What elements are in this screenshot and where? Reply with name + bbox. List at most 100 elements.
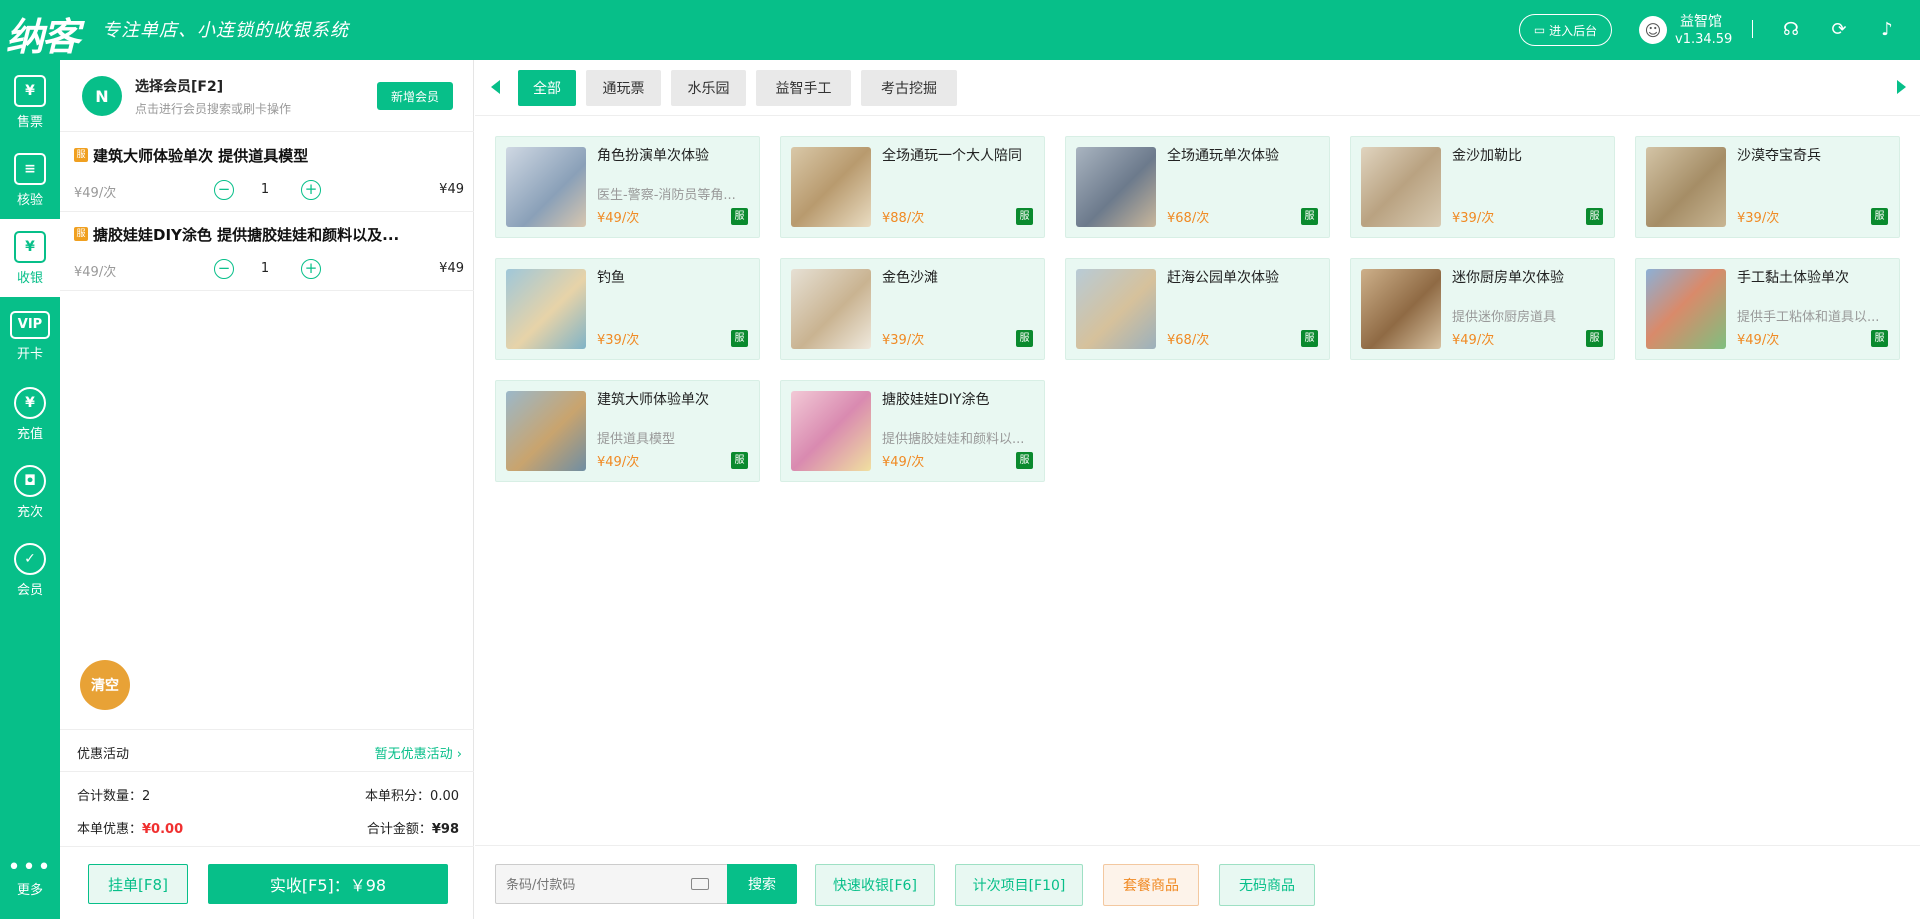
tab-archaeology[interactable]: 考古挖掘	[861, 70, 957, 106]
product-image	[1646, 269, 1726, 349]
product-name: 金色沙滩	[882, 270, 938, 286]
product-card[interactable]: 金色沙滩 ¥39/次 服	[780, 258, 1045, 360]
more-dots-icon: •••	[7, 854, 53, 880]
keyboard-icon[interactable]	[691, 878, 709, 890]
checkout-bar: 挂单[F8] 实收[F5]：￥98	[60, 846, 474, 919]
decrease-qty-button[interactable]: −	[214, 180, 234, 200]
service-badge: 服	[1871, 208, 1888, 225]
product-card[interactable]: 全场通玩一个大人陪同 ¥88/次 服	[780, 136, 1045, 238]
recharge-icon: ¥	[14, 386, 46, 419]
tabs-left-arrow-icon[interactable]	[491, 80, 500, 94]
enter-admin-label: 进入后台	[1549, 23, 1598, 38]
product-price: ¥68/次	[1167, 211, 1210, 226]
quick-checkout-button[interactable]: 快速收银[F6]	[815, 864, 935, 906]
cart-item-qty[interactable]: 1	[260, 261, 270, 276]
product-card[interactable]: 迷你厨房单次体验 提供迷你厨房道具 ¥49/次 服	[1350, 258, 1615, 360]
product-price: ¥39/次	[1452, 211, 1495, 226]
product-price: ¥88/次	[882, 211, 925, 226]
cart-item[interactable]: 服 搪胶娃娃DIY涂色 提供搪胶娃娃和颜料以及... ¥49/次 − 1 + ¥…	[60, 212, 474, 291]
new-member-button[interactable]: 新增会员	[377, 82, 453, 110]
promo-row[interactable]: 优惠活动 暂无优惠活动 ›	[60, 729, 474, 772]
tab-all[interactable]: 全部	[518, 70, 576, 106]
tabs-right-arrow-icon[interactable]	[1897, 80, 1906, 94]
headset-icon[interactable]: ☊	[1779, 18, 1803, 42]
sidebar-item-label: 收银	[16, 270, 43, 286]
member-avatar-icon: N	[82, 76, 122, 116]
cart-item-total: ¥49	[439, 182, 464, 197]
product-card[interactable]: 建筑大师体验单次 提供道具模型 ¥49/次 服	[495, 380, 760, 482]
user-avatar[interactable]: ☺	[1639, 16, 1667, 44]
sidebar-item-vip-card[interactable]: VIP 开卡	[0, 297, 60, 375]
product-price: ¥49/次	[882, 455, 925, 470]
ticket-icon: ¥	[14, 74, 46, 107]
no-code-goods-button[interactable]: 无码商品	[1219, 864, 1315, 906]
sidebar-item-label: 核验	[16, 192, 43, 208]
product-card[interactable]: 钓鱼 ¥39/次 服	[495, 258, 760, 360]
barcode-search-box[interactable]	[495, 864, 728, 904]
product-image	[506, 391, 586, 471]
product-image	[1076, 147, 1156, 227]
pay-button[interactable]: 实收[F5]：￥98	[208, 864, 448, 904]
sync-icon[interactable]: ⟳	[1827, 18, 1851, 42]
sidebar-item-cashier[interactable]: ¥ 收银	[0, 219, 60, 297]
promo-value[interactable]: 暂无优惠活动 ›	[375, 743, 462, 762]
product-price: ¥39/次	[882, 333, 925, 348]
increase-qty-button[interactable]: +	[301, 180, 321, 200]
cart-item-name: 建筑大师体验单次 提供道具模型	[93, 147, 309, 165]
product-image	[791, 147, 871, 227]
sidebar-item-label: 售票	[16, 114, 43, 130]
product-desc: 提供搪胶娃娃和颜料以...	[882, 432, 1025, 447]
product-image	[791, 391, 871, 471]
cart-item[interactable]: 服 建筑大师体验单次 提供道具模型 ¥49/次 − 1 + ¥49	[60, 133, 474, 212]
product-card[interactable]: 手工黏土体验单次 提供手工粘体和道具以... ¥49/次 服	[1635, 258, 1900, 360]
member-selector[interactable]: N 选择会员[F2] 点击进行会员搜索或刷卡操作 新增会员	[60, 60, 474, 132]
product-desc: 医生-警察-消防员等角...	[597, 188, 736, 203]
times-item-button[interactable]: 计次项目[F10]	[955, 864, 1083, 906]
product-card[interactable]: 全场通玩单次体验 ¥68/次 服	[1065, 136, 1330, 238]
sidebar-item-member[interactable]: ✓ 会员	[0, 531, 60, 609]
product-name: 搪胶娃娃DIY涂色	[882, 392, 990, 408]
search-button[interactable]: 搜索	[727, 864, 797, 904]
increase-qty-button[interactable]: +	[301, 259, 321, 279]
product-card[interactable]: 沙漠夺宝奇兵 ¥39/次 服	[1635, 136, 1900, 238]
cart-item-qty[interactable]: 1	[260, 182, 270, 197]
tab-water-park[interactable]: 水乐园	[671, 70, 746, 106]
sidebar-item-label: 充次	[16, 504, 43, 520]
user-name[interactable]: 益智馆	[1680, 11, 1722, 31]
hold-order-button[interactable]: 挂单[F8]	[88, 864, 188, 904]
tab-all-play[interactable]: 通玩票	[586, 70, 661, 106]
bell-icon[interactable]: ♪	[1875, 18, 1899, 42]
product-card[interactable]: 角色扮演单次体验 医生-警察-消防员等角... ¥49/次 服	[495, 136, 760, 238]
clear-cart-button[interactable]: 清空	[80, 660, 130, 710]
tab-handcraft[interactable]: 益智手工	[756, 70, 851, 106]
recharge-times-icon: ◘	[14, 464, 46, 497]
product-image	[506, 147, 586, 227]
product-price: ¥39/次	[1737, 211, 1780, 226]
sidebar-item-recharge-times[interactable]: ◘ 充次	[0, 453, 60, 531]
product-price: ¥68/次	[1167, 333, 1210, 348]
product-card[interactable]: 赶海公园单次体验 ¥68/次 服	[1065, 258, 1330, 360]
product-price: ¥49/次	[1737, 333, 1780, 348]
service-badge: 服	[74, 227, 88, 241]
sidebar-more[interactable]: ••• 更多	[0, 840, 60, 918]
product-card[interactable]: 金沙加勒比 ¥39/次 服	[1350, 136, 1615, 238]
app-slogan: 专注单店、小连锁的收银系统	[102, 20, 349, 41]
top-bar: 纳客 专注单店、小连锁的收银系统 ▭ 进入后台 ☺ 益智馆 v1.34.59 ☊…	[0, 0, 1920, 60]
app-version: v1.34.59	[1675, 32, 1733, 47]
product-name: 建筑大师体验单次	[597, 392, 709, 408]
sidebar-item-recharge[interactable]: ¥ 充值	[0, 375, 60, 453]
product-name: 全场通玩单次体验	[1167, 148, 1279, 164]
product-name: 赶海公园单次体验	[1167, 270, 1279, 286]
summary-discount: 本单优惠：¥0.00	[77, 822, 184, 837]
sidebar-item-ticket[interactable]: ¥ 售票	[0, 63, 60, 141]
sidebar-item-verify[interactable]: ≡ 核验	[0, 141, 60, 219]
package-goods-button[interactable]: 套餐商品	[1103, 864, 1199, 906]
decrease-qty-button[interactable]: −	[214, 259, 234, 279]
service-badge: 服	[731, 330, 748, 347]
barcode-input[interactable]	[506, 875, 686, 895]
enter-admin-button[interactable]: ▭ 进入后台	[1519, 14, 1612, 46]
promo-label: 优惠活动	[77, 747, 130, 762]
product-card[interactable]: 搪胶娃娃DIY涂色 提供搪胶娃娃和颜料以... ¥49/次 服	[780, 380, 1045, 482]
product-image	[506, 269, 586, 349]
sidebar-more-label: 更多	[16, 882, 43, 898]
